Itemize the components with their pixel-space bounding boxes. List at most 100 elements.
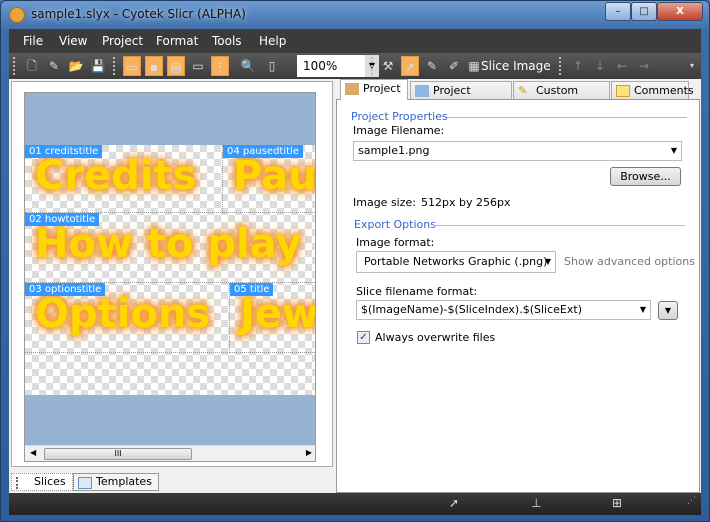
show-background-icon[interactable]: ▭ (189, 56, 207, 76)
tab-project[interactable]: Project (340, 79, 408, 100)
save-icon[interactable]: 💾 (89, 56, 107, 76)
slices-panel: 01 creditstitle Credits 04 pausedtitle P… (11, 81, 333, 467)
image-format-select[interactable]: Portable Networks Graphic (.png) ▼ (356, 251, 556, 273)
image-filename-field[interactable]: sample1.png ▼ (353, 141, 682, 161)
image-filename-value: sample1.png (358, 144, 430, 157)
slice-label: 03 optionstitle (25, 283, 106, 296)
draw-slice-icon[interactable]: ✎ (423, 56, 441, 76)
app-window: sample1.slyx - Cyotek Slicr (ALPHA) – □ … (0, 0, 710, 522)
browse-button[interactable]: Browse... (610, 167, 681, 186)
overwrite-checkbox[interactable]: ✓ (357, 331, 370, 344)
tab-slices[interactable]: Slices (11, 473, 73, 491)
align-right-icon[interactable]: → (635, 56, 653, 76)
slice-howtotitle[interactable]: 02 howtotitle How to play (25, 213, 315, 283)
scroll-thumb[interactable]: III (44, 448, 192, 460)
tab-project-explorer[interactable]: Project Explorer (410, 81, 512, 115)
slice-image-text: Credits (35, 153, 197, 199)
tab-templates[interactable]: Templates (73, 473, 159, 491)
zoom-value: 100% (303, 59, 338, 73)
chevron-down-icon[interactable]: ▼ (545, 252, 551, 272)
slice-image-text: Options (35, 291, 211, 337)
divider (433, 225, 685, 226)
menu-format[interactable]: Format (156, 34, 198, 48)
horizontal-scrollbar[interactable]: ◀ III ▶ (25, 445, 315, 461)
overwrite-label[interactable]: Always overwrite files (375, 331, 495, 344)
pointer-icon[interactable]: ➚ (401, 56, 419, 76)
close-button[interactable]: X (657, 2, 703, 21)
align-bottom-icon[interactable]: ↓ (591, 56, 609, 76)
title-bar: sample1.slyx - Cyotek Slicr (ALPHA) – □ … (1, 1, 709, 29)
show-image-icon[interactable]: ▭ (123, 56, 141, 76)
edit-file-icon[interactable]: ✎ (45, 56, 63, 76)
maximize-button[interactable]: □ (631, 2, 657, 21)
actual-size-icon[interactable]: ▯ (263, 56, 281, 76)
zoom-select[interactable]: 100% ▼ (297, 55, 379, 77)
toolbar-overflow-icon[interactable]: ▾ (683, 56, 701, 76)
menu-help[interactable]: Help (259, 34, 286, 48)
slice-filename-format-field[interactable]: $(ImageName)-$(SliceIndex).$(SliceExt) ▼ (356, 300, 651, 320)
menu-bar: File View Project Format Tools Help (9, 29, 701, 53)
menu-view[interactable]: View (59, 34, 87, 48)
show-advanced-options-link[interactable]: Show advanced options (564, 255, 695, 268)
show-slice-labels-icon[interactable]: ▤ (167, 56, 185, 76)
scroll-left-icon[interactable]: ◀ (30, 448, 36, 457)
status-bar: ➚ ⊥ ⊞ ⋰ (9, 493, 701, 515)
main-content: 01 creditstitle Credits 04 pausedtitle P… (9, 79, 701, 493)
edit-slice-icon[interactable]: ✐ (445, 56, 463, 76)
align-top-icon[interactable]: ↑ (569, 56, 587, 76)
toolbar-grip[interactable] (559, 57, 562, 75)
open-folder-icon[interactable]: 📂 (67, 56, 85, 76)
tab-comments[interactable]: Comments (611, 81, 694, 100)
slice-image-text: Jewels (240, 291, 316, 337)
slice-optionstitle[interactable]: 03 optionstitle Options (25, 283, 230, 353)
zoom-icon[interactable]: 🔍 (239, 56, 257, 76)
slice-title[interactable]: 05 title Jewels (230, 283, 316, 353)
image-canvas[interactable]: 01 creditstitle Credits 04 pausedtitle P… (24, 92, 316, 462)
note-icon (616, 85, 630, 97)
menu-file[interactable]: File (23, 34, 43, 48)
templates-icon (78, 477, 92, 489)
minimize-button[interactable]: – (605, 2, 631, 21)
divider (447, 117, 687, 118)
align-left-icon[interactable]: ← (613, 56, 631, 76)
tab-label: Slices (34, 475, 66, 488)
insert-token-button[interactable]: ▼ (658, 301, 678, 320)
show-slice-numbers-icon[interactable]: ▪ (145, 56, 163, 76)
image-size-value: 512px by 256px (421, 196, 511, 209)
chevron-down-icon[interactable]: ▼ (671, 142, 677, 160)
menu-project[interactable]: Project (102, 34, 143, 48)
toolbar-grip[interactable] (371, 57, 374, 75)
resize-grip-icon[interactable]: ⋰ (687, 496, 696, 506)
image-size-label: Image size: (353, 196, 416, 209)
menu-tools[interactable]: Tools (212, 34, 242, 48)
slice-image-button[interactable]: Slice Image (481, 56, 551, 76)
show-grid-icon[interactable]: ⋮ (211, 56, 229, 76)
slice-filename-format-label: Slice filename format: (356, 285, 478, 298)
chevron-down-icon[interactable]: ▼ (640, 301, 646, 319)
slice-filename-format-value: $(ImageName)-$(SliceIndex).$(SliceExt) (361, 303, 582, 316)
toolbar-grip[interactable] (113, 57, 116, 75)
export-options-heading: Export Options (354, 218, 436, 231)
scroll-right-icon[interactable]: ▶ (306, 448, 312, 457)
toolbar-grip[interactable] (13, 57, 16, 75)
new-file-icon[interactable]: 🗋 (23, 56, 41, 76)
app-icon (9, 7, 25, 23)
slice-label: 02 howtotitle (25, 213, 100, 226)
toolbar: 🗋 ✎ 📂 💾 ▭ ▪ ▤ ▭ ⋮ 🔍 ▯ 100% ▼ ⚒ ➚ ✎ ✐ ▦ Sl… (9, 53, 701, 79)
tab-label: Project (363, 82, 401, 95)
image-format-value: Portable Networks Graphic (.png) (364, 255, 548, 268)
pencil-icon: ✎ (518, 84, 528, 97)
slice-label: 04 pausedtitle (223, 145, 303, 158)
image-filename-label: Image Filename: (353, 124, 445, 137)
magic-wand-icon[interactable]: ⚒ (379, 56, 397, 76)
tab-custom-fields[interactable]: ✎Custom Fields (513, 81, 610, 115)
project-properties-heading: Project Properties (351, 110, 448, 123)
window-title: sample1.slyx - Cyotek Slicr (ALPHA) (31, 7, 246, 21)
project-properties-panel: Project Properties Image Filename: sampl… (336, 99, 700, 493)
project-icon (345, 83, 359, 95)
slice-image-text: Paused (233, 153, 316, 199)
slice-pausedtitle[interactable]: 04 pausedtitle Paused (223, 145, 316, 213)
source-image: 01 creditstitle Credits 04 pausedtitle P… (25, 145, 316, 395)
slice-creditstitle[interactable]: 01 creditstitle Credits (25, 145, 223, 213)
slice-label: 05 title (230, 283, 274, 296)
